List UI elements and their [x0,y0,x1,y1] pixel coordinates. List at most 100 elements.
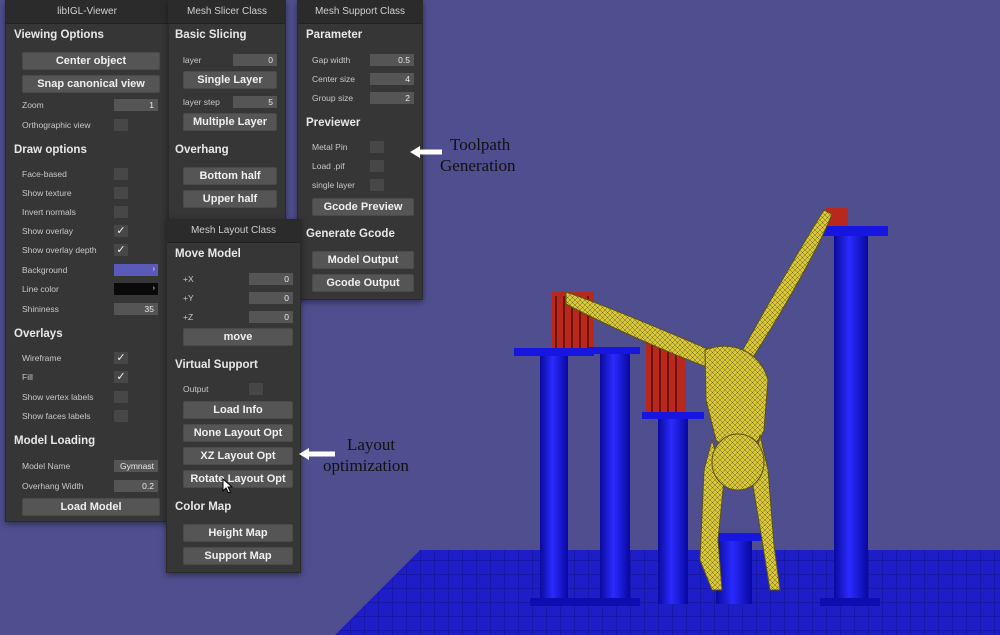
checkmark-icon: ✓ [116,244,126,256]
mesh-slicer-panel: Mesh Slicer Class Basic Slicing layer 0 … [168,0,286,220]
viewing-options-header: Viewing Options [14,29,104,41]
background-color-swatch[interactable]: › [114,264,158,276]
y-offset-label: +Y [183,293,194,303]
toolpath-generation-annotation: Toolpath Generation [440,134,516,176]
wireframe-label: Wireframe [22,353,62,363]
previewer-header: Previewer [306,117,361,129]
single-layer-button[interactable]: Single Layer [183,71,277,89]
orthographic-view-label: Orthographic view [22,120,91,130]
model-output-button[interactable]: Model Output [312,251,414,269]
arrow-left-icon [410,146,442,158]
libigl-viewer-panel: libIGL-Viewer Viewing Options Center obj… [5,0,169,522]
orthographic-view-checkbox[interactable] [114,119,128,131]
layout-optimization-annotation: Layout optimization [323,434,409,476]
wireframe-checkbox[interactable]: ✓ [114,352,128,364]
z-offset-label: +Z [183,312,194,322]
fill-label: Fill [22,372,33,382]
show-overlay-depth-label: Show overlay depth [22,245,97,255]
face-based-checkbox[interactable] [114,168,128,180]
checkmark-icon: ✓ [116,371,126,383]
show-overlay-label: Show overlay [22,226,74,236]
overhang-width-field[interactable]: 0.2 [114,480,158,492]
virtual-support-header: Virtual Support [175,359,258,371]
model-name-label: Model Name [22,461,71,471]
upper-half-button[interactable]: Upper half [183,190,277,208]
panel-title: Mesh Slicer Class [169,1,285,24]
basic-slicing-header: Basic Slicing [175,29,247,41]
show-overlay-checkbox[interactable]: ✓ [114,225,128,237]
shininess-label: Shininess [22,304,59,314]
xz-layout-opt-button[interactable]: XZ Layout Opt [183,447,293,465]
model-loading-header: Model Loading [14,435,96,447]
show-faces-labels-label: Show faces labels [22,411,91,421]
mouse-cursor-icon [222,478,234,494]
gcode-output-button[interactable]: Gcode Output [312,274,414,292]
load-model-button[interactable]: Load Model [22,498,160,516]
overhang-header: Overhang [175,144,229,156]
support-map-button[interactable]: Support Map [183,547,293,565]
show-overlay-depth-checkbox[interactable]: ✓ [114,244,128,256]
rotate-layout-opt-button[interactable]: Rotate Layout Opt [183,470,293,488]
show-texture-label: Show texture [22,188,72,198]
height-map-button[interactable]: Height Map [183,524,293,542]
load-pif-label: Load .pif [312,161,345,171]
shininess-field[interactable]: 35 [114,303,158,315]
mesh-support-panel: Mesh Support Class Parameter Gap width 0… [297,0,423,300]
metal-pin-checkbox[interactable] [370,141,384,153]
layer-step-field[interactable]: 5 [233,96,277,108]
panel-title: Mesh Support Class [298,1,422,24]
y-offset-field[interactable]: 0 [249,292,293,304]
center-size-label: Center size [312,74,355,84]
bottom-half-button[interactable]: Bottom half [183,167,277,185]
invert-normals-label: Invert normals [22,207,76,217]
annotation-line: Generation [440,156,516,175]
face-based-label: Face-based [22,169,67,179]
annotation-line: Layout [347,435,396,454]
checkmark-icon: ✓ [116,352,126,364]
center-object-button[interactable]: Center object [22,52,160,70]
checkmark-icon: ✓ [116,225,126,237]
gcode-preview-button[interactable]: Gcode Preview [312,198,414,216]
show-vertex-labels-checkbox[interactable] [114,391,128,403]
gap-width-label: Gap width [312,55,351,65]
single-layer-label: single layer [312,180,355,190]
panel-title: libIGL-Viewer [6,1,168,24]
group-size-label: Group size [312,93,354,103]
multiple-layer-button[interactable]: Multiple Layer [183,113,277,131]
x-offset-field[interactable]: 0 [249,273,293,285]
layer-field[interactable]: 0 [233,54,277,66]
model-name-field[interactable]: Gymnast [114,460,158,472]
single-layer-checkbox[interactable] [370,179,384,191]
z-offset-field[interactable]: 0 [249,311,293,323]
load-pif-checkbox[interactable] [370,160,384,172]
show-texture-checkbox[interactable] [114,187,128,199]
fill-checkbox[interactable]: ✓ [114,371,128,383]
snap-canonical-view-button[interactable]: Snap canonical view [22,75,160,93]
group-size-field[interactable]: 2 [370,92,414,104]
mesh-layout-panel: Mesh Layout Class Move Model +X 0 +Y 0 +… [166,219,301,573]
invert-normals-checkbox[interactable] [114,206,128,218]
output-label: Output [183,384,209,394]
background-label: Background [22,265,68,275]
none-layout-opt-button[interactable]: None Layout Opt [183,424,293,442]
annotation-line: Toolpath [450,135,511,154]
move-button[interactable]: move [183,328,293,346]
annotation-line: optimization [323,456,409,475]
load-info-button[interactable]: Load Info [183,401,293,419]
overhang-width-label: Overhang Width [22,481,84,491]
line-color-swatch[interactable]: › [114,283,158,295]
center-size-field[interactable]: 4 [370,73,414,85]
x-offset-label: +X [183,274,194,284]
line-color-label: Line color [22,284,59,294]
output-checkbox[interactable] [249,383,263,395]
panel-title: Mesh Layout Class [167,220,300,243]
draw-options-header: Draw options [14,144,87,156]
zoom-label: Zoom [22,100,44,110]
metal-pin-label: Metal Pin [312,142,348,152]
layer-label: layer [183,55,202,65]
layer-step-label: layer step [183,97,220,107]
gap-width-field[interactable]: 0.5 [370,54,414,66]
zoom-field[interactable]: 1 [114,99,158,111]
move-model-header: Move Model [175,248,241,260]
show-faces-labels-checkbox[interactable] [114,410,128,422]
